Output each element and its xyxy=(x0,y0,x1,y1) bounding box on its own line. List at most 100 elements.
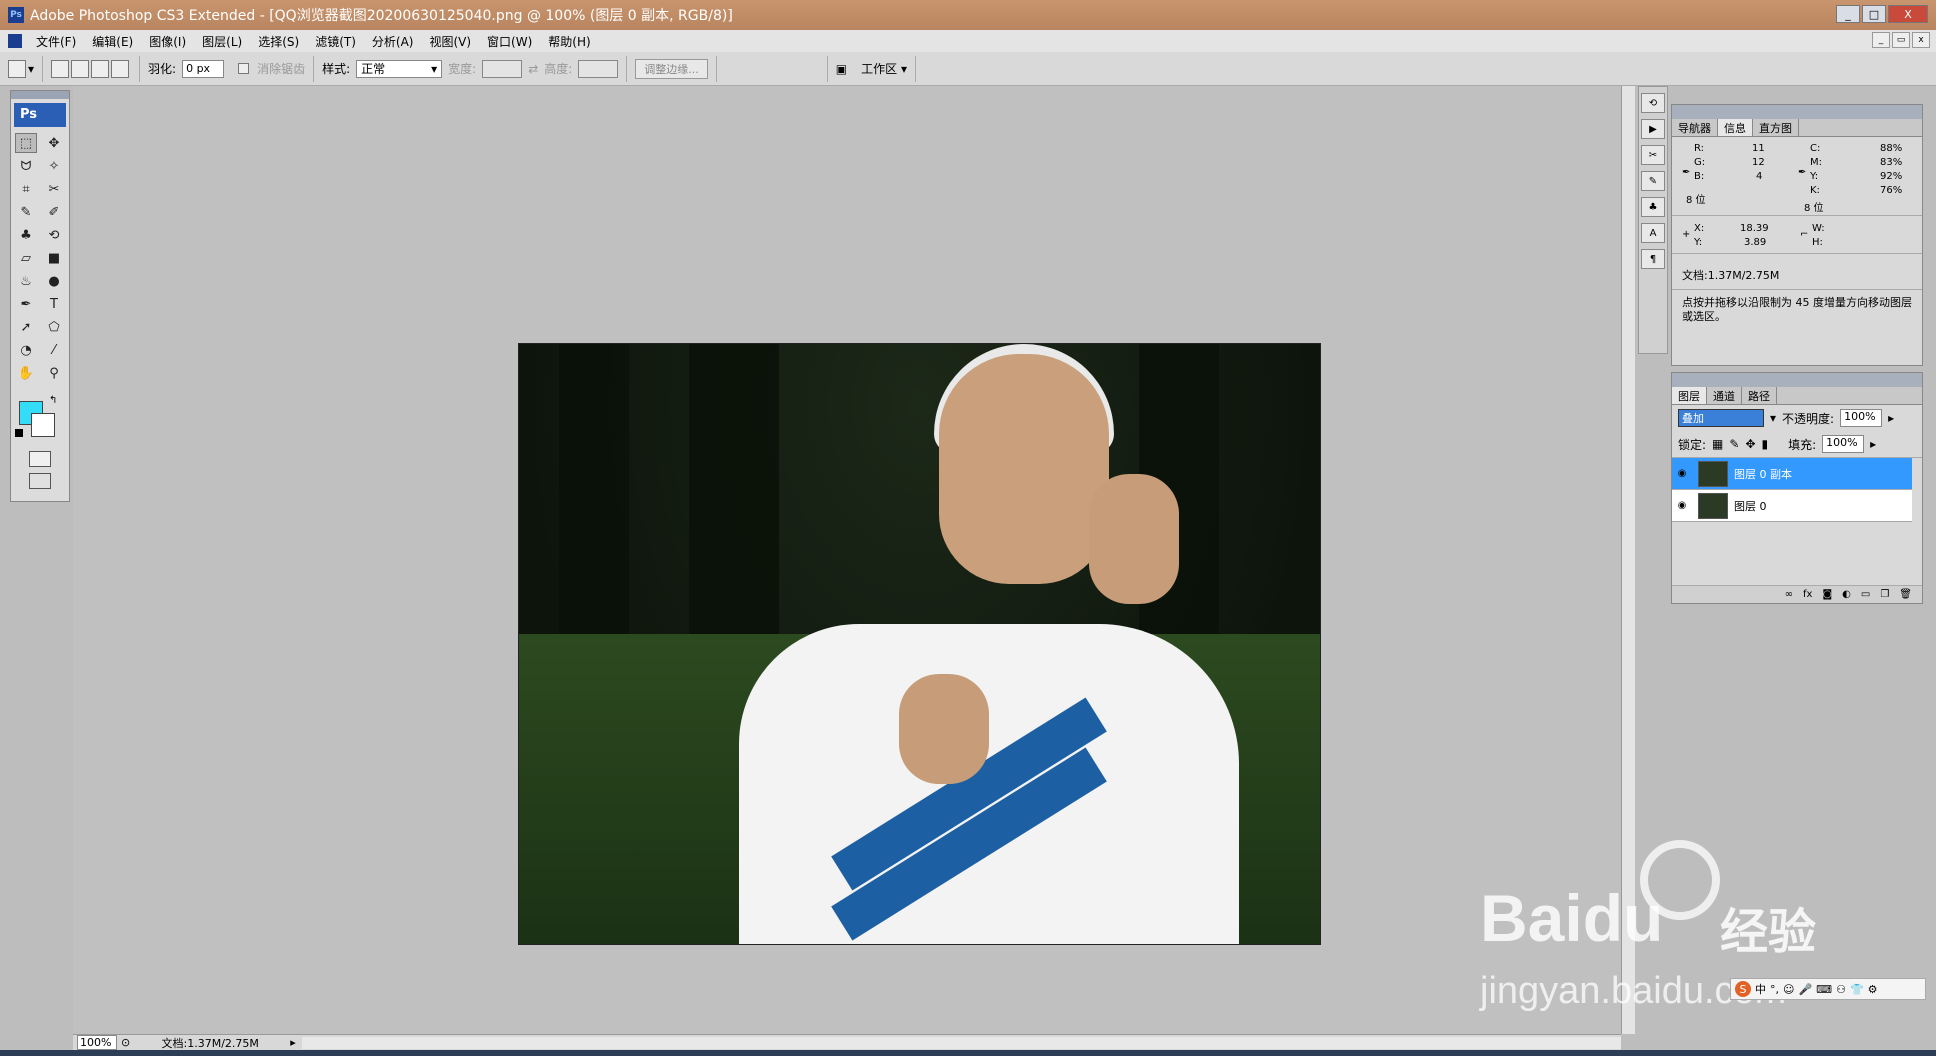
default-colors-icon[interactable] xyxy=(15,429,23,437)
tab-channels[interactable]: 通道 xyxy=(1707,387,1742,404)
blend-mode-select[interactable]: 叠加 xyxy=(1678,409,1764,427)
swap-colors-icon[interactable]: ↰ xyxy=(49,395,57,406)
workspace-menu[interactable]: 工作区 ▾ xyxy=(861,60,907,77)
zoom-tool-icon[interactable]: ⚲ xyxy=(43,363,65,383)
brushes-panel-icon[interactable]: ✎ xyxy=(1641,171,1665,191)
photoshop-logo[interactable]: Ps xyxy=(14,103,66,127)
emoji-icon[interactable]: ☺ xyxy=(1783,983,1794,996)
menu-view[interactable]: 视图(V) xyxy=(421,33,479,50)
horizontal-scrollbar[interactable] xyxy=(301,1036,1621,1049)
history-brush-tool-icon[interactable]: ⟲ xyxy=(43,225,65,245)
tab-info[interactable]: 信息 xyxy=(1718,119,1753,136)
subtract-selection-icon[interactable] xyxy=(91,59,110,78)
doc-restore-button[interactable]: ▭ xyxy=(1892,32,1910,48)
brush-tool-icon[interactable]: ✐ xyxy=(43,202,65,222)
crop-tool-icon[interactable]: ⌗ xyxy=(15,179,37,199)
eyedropper-tool-icon[interactable]: ⁄ xyxy=(43,340,65,360)
lock-position-icon[interactable]: ✥ xyxy=(1745,437,1755,451)
actions-panel-icon[interactable]: ▶ xyxy=(1641,119,1665,139)
menu-help[interactable]: 帮助(H) xyxy=(540,33,598,50)
maximize-button[interactable]: □ xyxy=(1862,5,1886,23)
refine-edge-button[interactable]: 调整边缘... xyxy=(635,58,708,79)
shape-tool-icon[interactable]: ⬠ xyxy=(43,317,65,337)
marquee-preset-icon[interactable] xyxy=(8,59,26,78)
feather-input[interactable] xyxy=(182,59,225,78)
move-tool-icon[interactable]: ✥ xyxy=(43,133,65,153)
paragraph-panel-icon[interactable]: ¶ xyxy=(1641,249,1665,269)
opacity-arrow-icon[interactable]: ▸ xyxy=(1888,411,1894,425)
eye-icon[interactable]: ◉ xyxy=(1672,468,1692,479)
clone-source-icon[interactable]: ♣ xyxy=(1641,197,1665,217)
character-panel-icon[interactable]: A xyxy=(1641,223,1665,243)
hand-tool-icon[interactable]: ✋ xyxy=(15,363,37,383)
menu-layer[interactable]: 图层(L) xyxy=(194,33,250,50)
history-panel-icon[interactable]: ⟲ xyxy=(1641,93,1665,113)
trash-icon[interactable]: 🗑 xyxy=(1899,589,1912,600)
3d-rotate-tool-icon[interactable]: ◔ xyxy=(15,340,37,360)
doc-minimize-button[interactable]: _ xyxy=(1872,32,1890,48)
menu-file[interactable]: 文件(F) xyxy=(28,33,84,50)
lock-transparency-icon[interactable]: ▦ xyxy=(1712,437,1723,451)
magic-wand-tool-icon[interactable]: ✧ xyxy=(43,156,65,176)
status-icon[interactable]: ⊙ xyxy=(121,1036,130,1049)
palette-well-icon[interactable]: ▣ xyxy=(836,62,847,76)
menu-select[interactable]: 选择(S) xyxy=(250,33,307,50)
tab-layers[interactable]: 图层 xyxy=(1672,387,1707,404)
punctuation-icon[interactable]: °, xyxy=(1770,983,1779,996)
background-color-swatch[interactable] xyxy=(31,413,55,437)
antialias-checkbox[interactable] xyxy=(238,63,250,74)
panel-header[interactable] xyxy=(1672,373,1922,387)
status-arrow-icon[interactable]: ▸ xyxy=(290,1036,296,1049)
tab-navigator[interactable]: 导航器 xyxy=(1672,119,1718,136)
ime-mode-icon[interactable]: 中 xyxy=(1755,981,1766,997)
quick-mask-button[interactable] xyxy=(29,451,51,467)
keyboard-icon[interactable]: ⌨ xyxy=(1816,983,1832,996)
tab-histogram[interactable]: 直方图 xyxy=(1753,119,1799,136)
chevron-down-icon[interactable]: ▾ xyxy=(1770,411,1776,425)
opacity-field[interactable]: 100% xyxy=(1840,409,1883,427)
lasso-tool-icon[interactable]: ᗢ xyxy=(15,156,37,176)
healing-brush-tool-icon[interactable]: ✎ xyxy=(15,202,37,222)
fx-icon[interactable]: fx xyxy=(1803,589,1812,600)
adjustment-icon[interactable]: ◐ xyxy=(1842,589,1851,600)
add-selection-icon[interactable] xyxy=(71,59,90,78)
fill-field[interactable]: 100% xyxy=(1822,435,1865,453)
zoom-field[interactable]: 100% xyxy=(77,1035,117,1050)
dodge-tool-icon[interactable]: ● xyxy=(43,271,65,291)
lock-all-icon[interactable]: ▮ xyxy=(1762,437,1769,451)
fill-arrow-icon[interactable]: ▸ xyxy=(1870,437,1876,451)
tool-presets-icon[interactable]: ✂ xyxy=(1641,145,1665,165)
slice-tool-icon[interactable]: ✂ xyxy=(43,179,65,199)
tools-icon[interactable]: ⚙ xyxy=(1868,983,1878,996)
new-selection-icon[interactable] xyxy=(51,59,70,78)
layer-row[interactable]: ◉ 图层 0 xyxy=(1672,490,1912,522)
tab-paths[interactable]: 路径 xyxy=(1742,387,1777,404)
voice-icon[interactable]: 🎤 xyxy=(1798,983,1812,996)
menu-edit[interactable]: 编辑(E) xyxy=(84,33,141,50)
swap-icon[interactable]: ⇄ xyxy=(528,62,538,76)
menu-image[interactable]: 图像(I) xyxy=(141,33,194,50)
close-button[interactable]: X xyxy=(1888,5,1928,23)
width-input[interactable] xyxy=(482,59,523,78)
height-input[interactable] xyxy=(578,59,619,78)
doc-close-button[interactable]: x xyxy=(1912,32,1930,48)
sogou-icon[interactable]: S xyxy=(1735,981,1751,997)
menu-window[interactable]: 窗口(W) xyxy=(479,33,540,50)
marquee-tool-icon[interactable]: ⬚ xyxy=(15,133,37,153)
path-selection-tool-icon[interactable]: ➚ xyxy=(15,317,37,337)
new-layer-icon[interactable]: ❐ xyxy=(1880,589,1889,600)
type-tool-icon[interactable]: T xyxy=(43,294,65,314)
blur-tool-icon[interactable]: ♨ xyxy=(15,271,37,291)
clone-stamp-tool-icon[interactable]: ♣ xyxy=(15,225,37,245)
style-select[interactable]: 正常 ▾ xyxy=(356,59,443,78)
skin-icon[interactable]: 👕 xyxy=(1850,983,1864,996)
pen-tool-icon[interactable]: ✒ xyxy=(15,294,37,314)
link-icon[interactable]: ∞ xyxy=(1785,589,1793,600)
intersect-selection-icon[interactable] xyxy=(111,59,130,78)
gradient-tool-icon[interactable]: ■ xyxy=(43,248,65,268)
eraser-tool-icon[interactable]: ▱ xyxy=(15,248,37,268)
layer-row[interactable]: ◉ 图层 0 副本 xyxy=(1672,458,1912,490)
document-canvas-area[interactable] xyxy=(73,86,1621,1034)
menu-filter[interactable]: 滤镜(T) xyxy=(307,33,364,50)
panel-header[interactable] xyxy=(1672,105,1922,119)
